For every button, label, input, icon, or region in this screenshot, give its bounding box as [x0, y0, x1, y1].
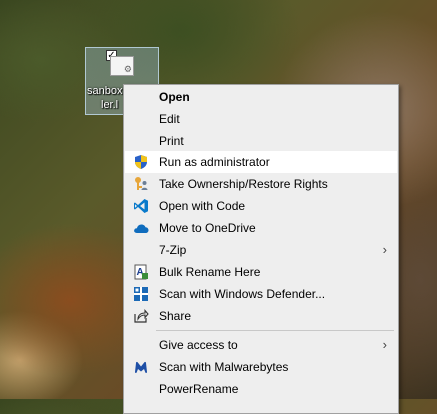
menu-item-open[interactable]: Open	[125, 86, 397, 108]
menu-item-bulk-rename[interactable]: A Bulk Rename Here	[125, 261, 397, 283]
gear-icon: ⚙	[123, 64, 132, 74]
malwarebytes-icon	[133, 359, 149, 375]
menu-item-move-to-onedrive[interactable]: Move to OneDrive	[125, 217, 397, 239]
menu-item-powerrename[interactable]: PowerRename	[125, 378, 397, 400]
desktop-file-label-line1: sanbox	[87, 85, 123, 97]
menu-item-label: Open	[159, 90, 190, 104]
menu-item-label: Bulk Rename Here	[159, 265, 261, 279]
menu-item-label: Edit	[159, 112, 180, 126]
menu-item-7-zip[interactable]: 7-Zip ›	[125, 239, 397, 261]
onedrive-cloud-icon	[133, 220, 149, 236]
uac-shield-icon	[133, 154, 149, 170]
chevron-right-icon: ›	[382, 242, 387, 257]
menu-item-share[interactable]: Share	[125, 305, 397, 327]
defender-icon	[133, 286, 149, 302]
menu-item-label: Scan with Malwarebytes	[159, 360, 289, 374]
menu-item-open-with-code[interactable]: Open with Code	[125, 195, 397, 217]
bulk-rename-icon: A	[133, 264, 149, 280]
menu-item-label: Scan with Windows Defender...	[159, 287, 326, 301]
menu-item-scan-windows-defender[interactable]: Scan with Windows Defender...	[125, 283, 397, 305]
menu-item-print[interactable]: Print	[125, 130, 397, 152]
menu-separator	[156, 330, 394, 331]
menu-item-edit[interactable]: Edit	[125, 108, 397, 130]
menu-item-label: Share	[159, 309, 192, 323]
vscode-icon	[133, 198, 149, 214]
menu-item-take-ownership[interactable]: Take Ownership/Restore Rights	[125, 173, 397, 195]
menu-item-label: Open with Code	[159, 199, 246, 213]
menu-item-label: 7-Zip	[159, 243, 187, 257]
context-menu: Open Edit Print Run as administrator Tak…	[123, 84, 399, 414]
menu-item-label: Print	[159, 134, 184, 148]
file-thumbnail-icon: ⚙	[110, 56, 134, 76]
share-icon	[133, 308, 149, 324]
menu-item-label: Take Ownership/Restore Rights	[159, 177, 328, 191]
chevron-right-icon: ›	[382, 337, 387, 352]
key-user-icon	[133, 176, 149, 192]
menu-item-run-as-administrator[interactable]: Run as administrator	[125, 151, 397, 173]
menu-item-label: Give access to	[159, 338, 238, 352]
menu-item-label: Run as administrator	[159, 155, 270, 169]
menu-item-label: PowerRename	[159, 382, 239, 396]
menu-item-give-access-to[interactable]: Give access to ›	[125, 334, 397, 356]
menu-item-scan-malwarebytes[interactable]: Scan with Malwarebytes	[125, 356, 397, 378]
menu-item-label: Move to OneDrive	[159, 221, 256, 235]
